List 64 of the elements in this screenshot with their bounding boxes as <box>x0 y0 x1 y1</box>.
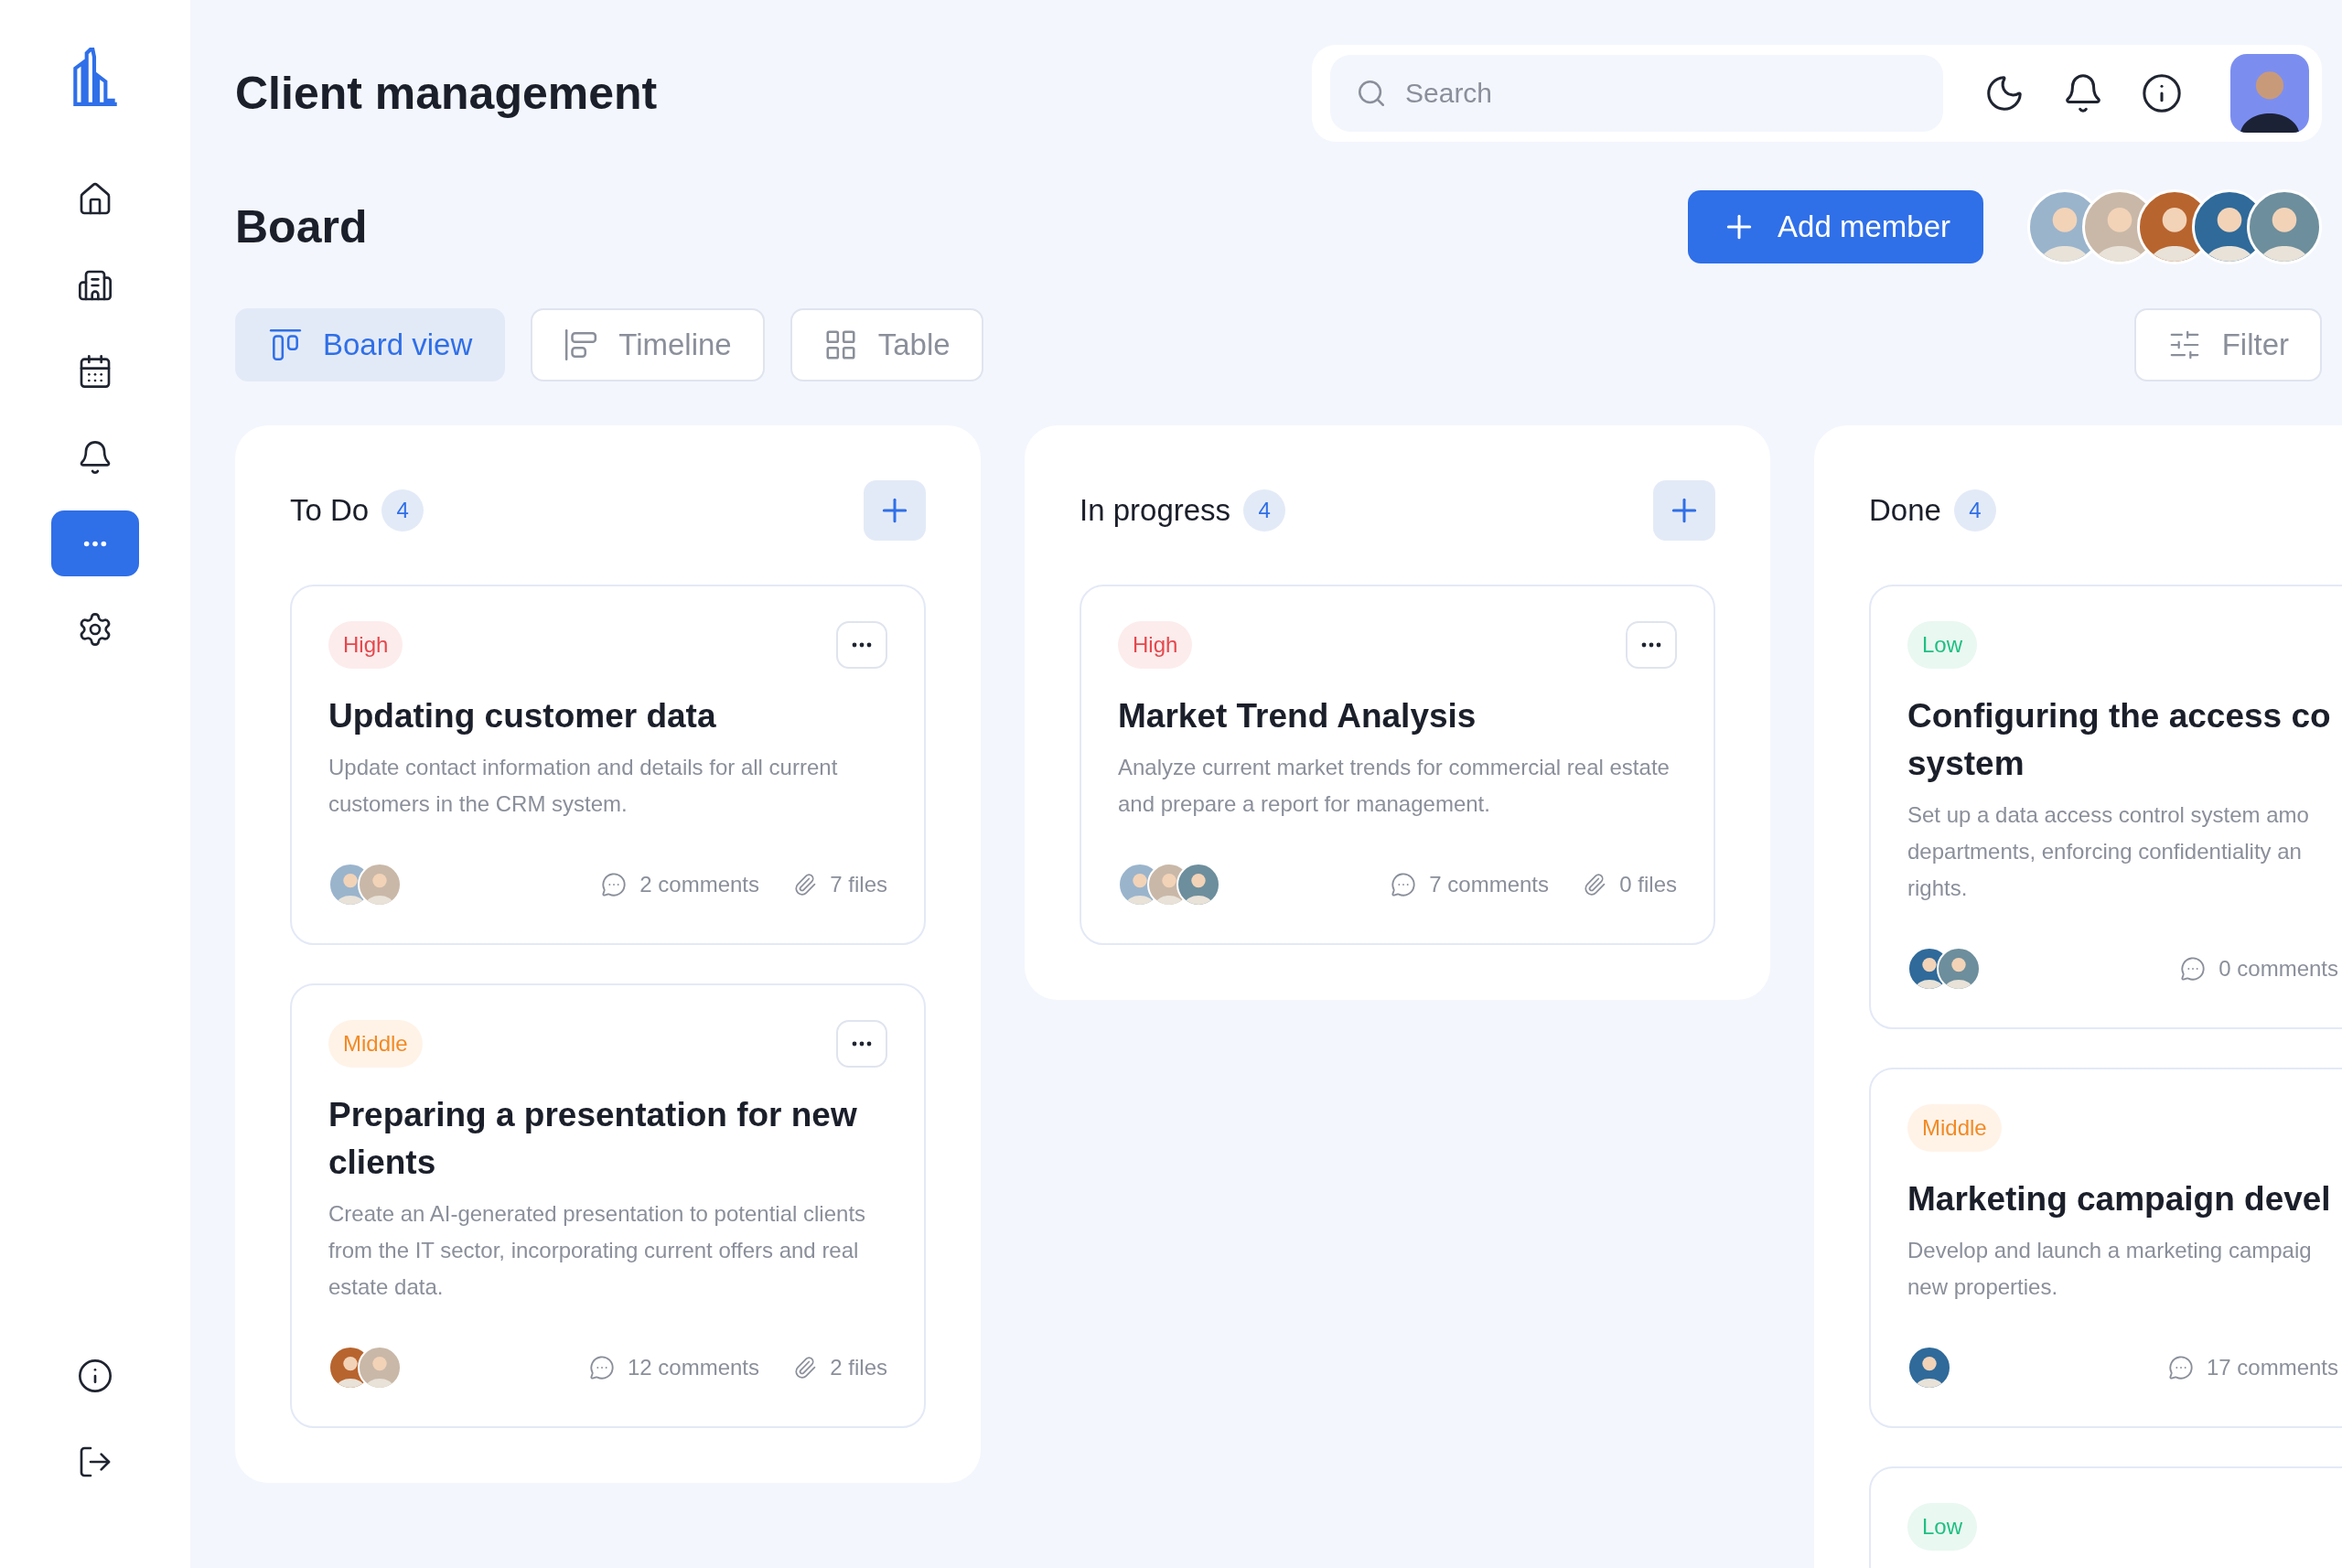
file-count: 7 files <box>830 871 887 898</box>
more-icon <box>852 642 872 648</box>
file-count: 2 files <box>830 1354 887 1381</box>
card-title: Updating customer data <box>328 696 717 736</box>
paperclip-icon <box>793 873 818 897</box>
info-icon <box>77 1358 113 1394</box>
column-title: Done <box>1869 492 1941 530</box>
search-icon <box>1356 78 1387 109</box>
count-badge: 4 <box>381 489 424 532</box>
card-title: Marketing campaign devel <box>1907 1179 2332 1219</box>
count-badge: 4 <box>1243 489 1286 532</box>
search-field[interactable]: Search <box>1330 55 1943 132</box>
comment-count: 7 comments <box>1429 871 1549 898</box>
comment-icon <box>2180 956 2207 982</box>
view-tab[interactable]: Timeline <box>531 308 765 381</box>
add-card-button[interactable] <box>864 480 926 541</box>
timeline-icon <box>564 328 599 362</box>
page-title: Client management <box>235 66 658 121</box>
view-tab[interactable]: Table <box>790 308 983 381</box>
paperclip-icon <box>1583 873 1607 897</box>
comment-icon <box>1391 872 1417 897</box>
priority-tag: High <box>328 621 403 669</box>
comment-count: 17 comments <box>2206 1354 2338 1381</box>
priority-tag: Middle <box>1907 1104 2002 1152</box>
comment-icon <box>588 1355 615 1380</box>
card-title: Market Trend Analysis <box>1118 696 1477 736</box>
task-card[interactable]: High Market Trend Analysis Analyze current market trends for commercial real estate and prepare a report for management. 7 comments 0 files <box>1080 585 1715 945</box>
info-icon[interactable] <box>2141 72 2183 114</box>
count-badge: 4 <box>1953 489 1996 532</box>
profile-avatar[interactable] <box>2230 54 2309 133</box>
board-view-icon <box>268 328 303 362</box>
comment-icon <box>2167 1355 2194 1380</box>
card-description: Set up a data access control system amo departments, enforcing confidentiality an rights. <box>1907 801 2310 902</box>
comment-count: 12 comments <box>627 1354 759 1381</box>
card-title: Preparing a presentation for new clients <box>328 1095 858 1183</box>
priority-tag: Middle <box>328 1020 423 1068</box>
comment-icon <box>601 872 628 897</box>
file-count: 0 files <box>1619 871 1677 898</box>
priority-tag: High <box>1118 621 1193 669</box>
card-title: Configuring the access co system <box>1907 696 2332 784</box>
comment-count: 2 comments <box>639 871 759 898</box>
task-card[interactable]: Low Configuring the access co system Set up a data access control system amo departments, enforcing confidentiality an rights. 0 comments <box>1869 585 2342 1029</box>
paperclip-icon <box>793 1356 818 1380</box>
column-title: In progress <box>1080 492 1231 530</box>
more-icon <box>83 540 107 547</box>
comment-count: 0 comments <box>2218 955 2338 983</box>
add-card-button[interactable] <box>1653 480 1715 541</box>
view-tab[interactable]: Board view <box>235 308 506 381</box>
card-description: Create an AI-generated presentation to potential clients from the IT sector, incorporating current offers and real estate data. <box>328 1200 867 1301</box>
card-description: Update contact information and details for all current customers in the CRM system. <box>328 754 839 818</box>
board-title: Board <box>235 199 368 254</box>
add-member-button[interactable]: Add member <box>1688 190 1983 263</box>
column-title: To Do <box>290 492 370 530</box>
card-description: Develop and launch a marketing campaig new properties. <box>1907 1237 2313 1301</box>
card-description: Analyze current market trends for commercial real estate and prepare a report for management. <box>1118 754 1671 818</box>
task-card[interactable]: Middle Marketing campaign devel Develop and launch a marketing campaig new properties. 17 comments <box>1869 1068 2342 1428</box>
more-icon <box>1641 642 1661 648</box>
logo-icon <box>71 48 119 106</box>
priority-tag: Low <box>1907 1503 1978 1551</box>
task-card[interactable]: High Updating customer data Update contact information and details for all current customers in the CRM system. 2 comments 7 files <box>290 585 926 945</box>
task-card[interactable]: Middle Preparing a presentation for new clients Create an AI-generated presentation to potential clients from the IT sector, incorporating current offers and real estate data. 12 comments 2 files <box>290 983 926 1428</box>
filter-button[interactable]: Filter <box>2133 308 2322 381</box>
more-icon <box>852 1041 872 1047</box>
priority-tag: Low <box>1907 621 1978 669</box>
